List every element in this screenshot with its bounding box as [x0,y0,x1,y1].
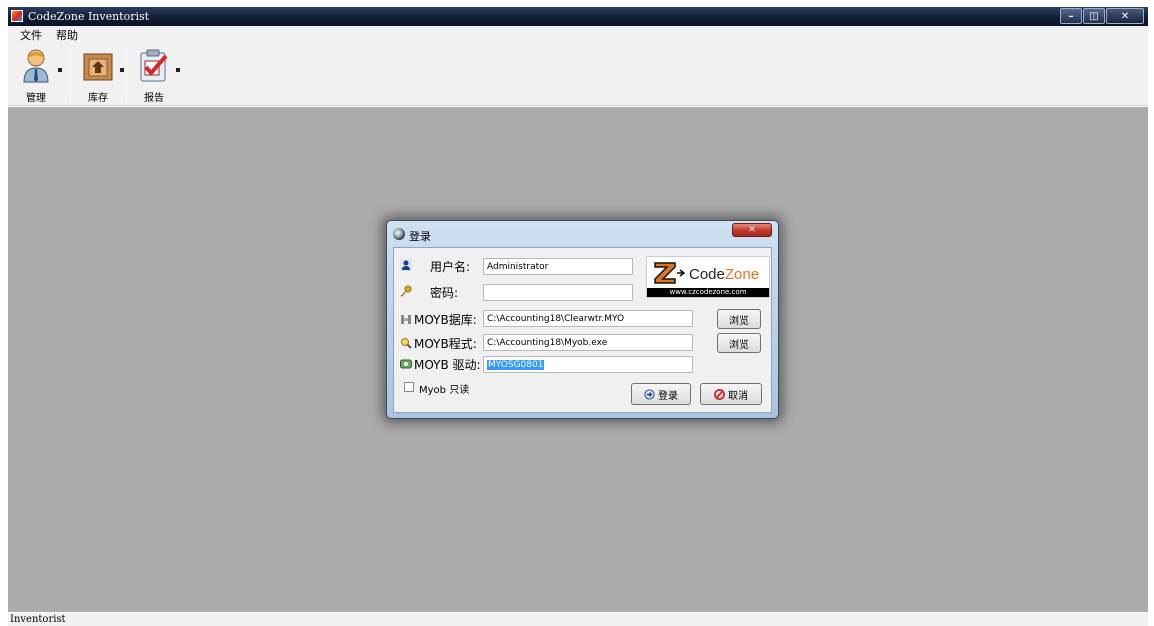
db-label: MOYB据库: [414,313,477,327]
brand-part-zone: Zone [724,266,760,283]
manage-label: 管理 [26,93,46,104]
stock-tool-button[interactable]: 库存 [74,46,124,104]
driver-input[interactable]: MYOSG0801 [483,356,693,373]
report-dropdown-icon [176,68,180,72]
menu-bar: 文件 帮助 [8,26,1148,43]
close-icon: ✕ [1120,10,1130,22]
window-controls: – ◫ ✕ [1060,8,1144,24]
readonly-checkbox[interactable] [404,382,414,392]
cancel-button-label: 取消 [728,390,748,402]
stock-label: 库存 [88,93,108,104]
key-icon [400,285,412,297]
report-checklist-icon [140,49,168,82]
toolbar-separator [126,49,127,101]
password-input[interactable] [483,284,633,301]
dialog-close-icon: ✕ [748,225,756,235]
login-dialog-title: 登录 [409,230,431,243]
login-button-label: 登录 [658,390,678,402]
brand-part-code: Code [689,266,725,283]
stock-dropdown-icon [120,68,124,72]
dialog-close-button[interactable]: ✕ [732,223,772,237]
codezone-logo: CodeZone www.czcodezone.com [646,256,770,298]
login-button[interactable]: 登录 [631,383,691,405]
menu-help[interactable]: 帮助 [56,27,78,43]
program-path-input[interactable]: C:\Accounting18\Myob.exe [483,334,693,351]
manage-tool-button[interactable]: 管理 [12,46,62,104]
minimize-icon: – [1068,10,1074,22]
window-title-bar: CodeZone Inventorist – ◫ ✕ [8,7,1148,26]
window-title: CodeZone Inventorist [28,10,150,23]
toolbar-separator [70,49,71,101]
database-icon [401,315,411,324]
login-dialog-body: 用户名: Administrator 密码: CodeZone www.czco… [393,247,772,413]
codezone-logo-mark-icon [654,262,685,284]
username-label: 用户名: [430,260,471,274]
login-dialog: 登录 ✕ 用户名: Administrator 密码: CodeZone www… [386,220,779,419]
password-label: 密码: [430,286,459,300]
db-path-input[interactable]: C:\Accounting18\Clearwtr.MYO [483,310,693,327]
manage-dropdown-icon [58,68,62,72]
close-button[interactable]: ✕ [1106,8,1144,24]
driver-label: MOYB 驱动: [414,358,481,372]
db-browse-button[interactable]: 浏览 [717,309,761,329]
toolbar: 管理 库存 报告 [8,43,1148,106]
user-admin-icon [23,49,49,83]
readonly-label: Myob 只读 [419,385,470,396]
app-icon [11,10,23,22]
driver-icon [400,359,412,369]
login-arrow-icon [644,388,655,400]
program-browse-label: 浏览 [729,339,749,351]
status-bar: Inventorist [8,613,1148,626]
restore-button[interactable]: ◫ [1083,8,1105,24]
codezone-brand: CodeZone [689,266,759,283]
program-label: MOYB程式: [414,337,477,351]
program-browse-button[interactable]: 浏览 [717,333,761,353]
logo-url: www.czcodezone.com [647,288,769,297]
warehouse-icon [83,53,113,81]
cancel-stop-icon [714,388,725,400]
driver-selected-text: MYOSG0801 [487,360,545,370]
user-icon [400,259,412,271]
username-input[interactable]: Administrator [483,258,633,275]
cancel-button[interactable]: 取消 [700,383,762,405]
report-label: 报告 [144,93,164,104]
minimize-button[interactable]: – [1060,8,1082,24]
search-program-icon [401,338,412,349]
status-text: Inventorist [10,614,66,625]
login-dialog-icon [393,228,405,240]
restore-icon: ◫ [1089,10,1099,22]
db-browse-label: 浏览 [729,315,749,327]
menu-file[interactable]: 文件 [20,27,42,43]
report-tool-button[interactable]: 报告 [130,46,180,104]
